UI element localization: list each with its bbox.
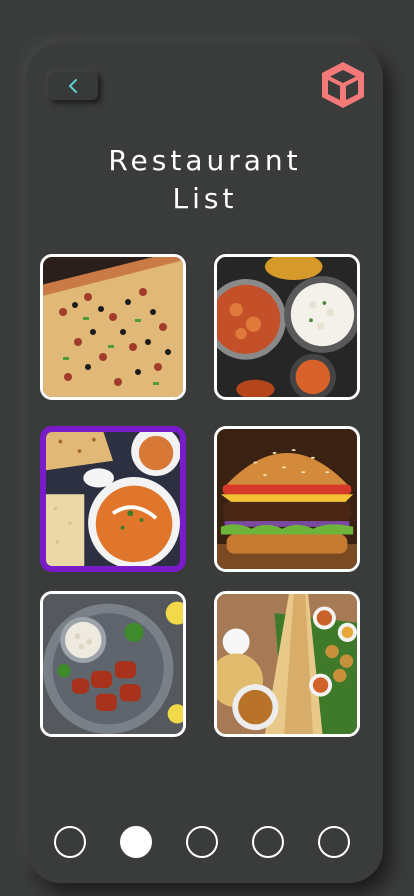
page-dot-1[interactable] <box>54 826 86 858</box>
dosa-platter-image <box>217 594 357 734</box>
back-button[interactable] <box>48 72 98 100</box>
curry-thali-image <box>217 257 357 397</box>
page-dot-5[interactable] <box>318 826 350 858</box>
page-dot-2[interactable] <box>120 826 152 858</box>
page-dot-3[interactable] <box>186 826 218 858</box>
paneer-naan-image <box>46 432 180 566</box>
pizza-image <box>43 257 183 397</box>
burger-image <box>217 429 357 569</box>
page-title-line-1: Restaurant <box>108 144 302 177</box>
tandoori-chicken-image <box>43 594 183 734</box>
pagination-dots <box>54 826 350 858</box>
page-dot-4[interactable] <box>252 826 284 858</box>
app-screen: Restaurant List <box>0 0 414 896</box>
restaurant-tile-paneer-naan[interactable] <box>40 426 186 572</box>
page-title: Restaurant List <box>27 142 383 218</box>
cube-logo-icon <box>320 61 366 109</box>
restaurant-tile-pizza[interactable] <box>40 254 186 400</box>
chevron-left-icon <box>69 79 77 93</box>
restaurant-tile-dosa-platter[interactable] <box>214 591 360 737</box>
restaurant-tile-tandoori-chicken[interactable] <box>40 591 186 737</box>
page-title-line-2: List <box>172 182 238 215</box>
restaurant-tile-curry-thali[interactable] <box>214 254 360 400</box>
restaurant-tile-burger[interactable] <box>214 426 360 572</box>
